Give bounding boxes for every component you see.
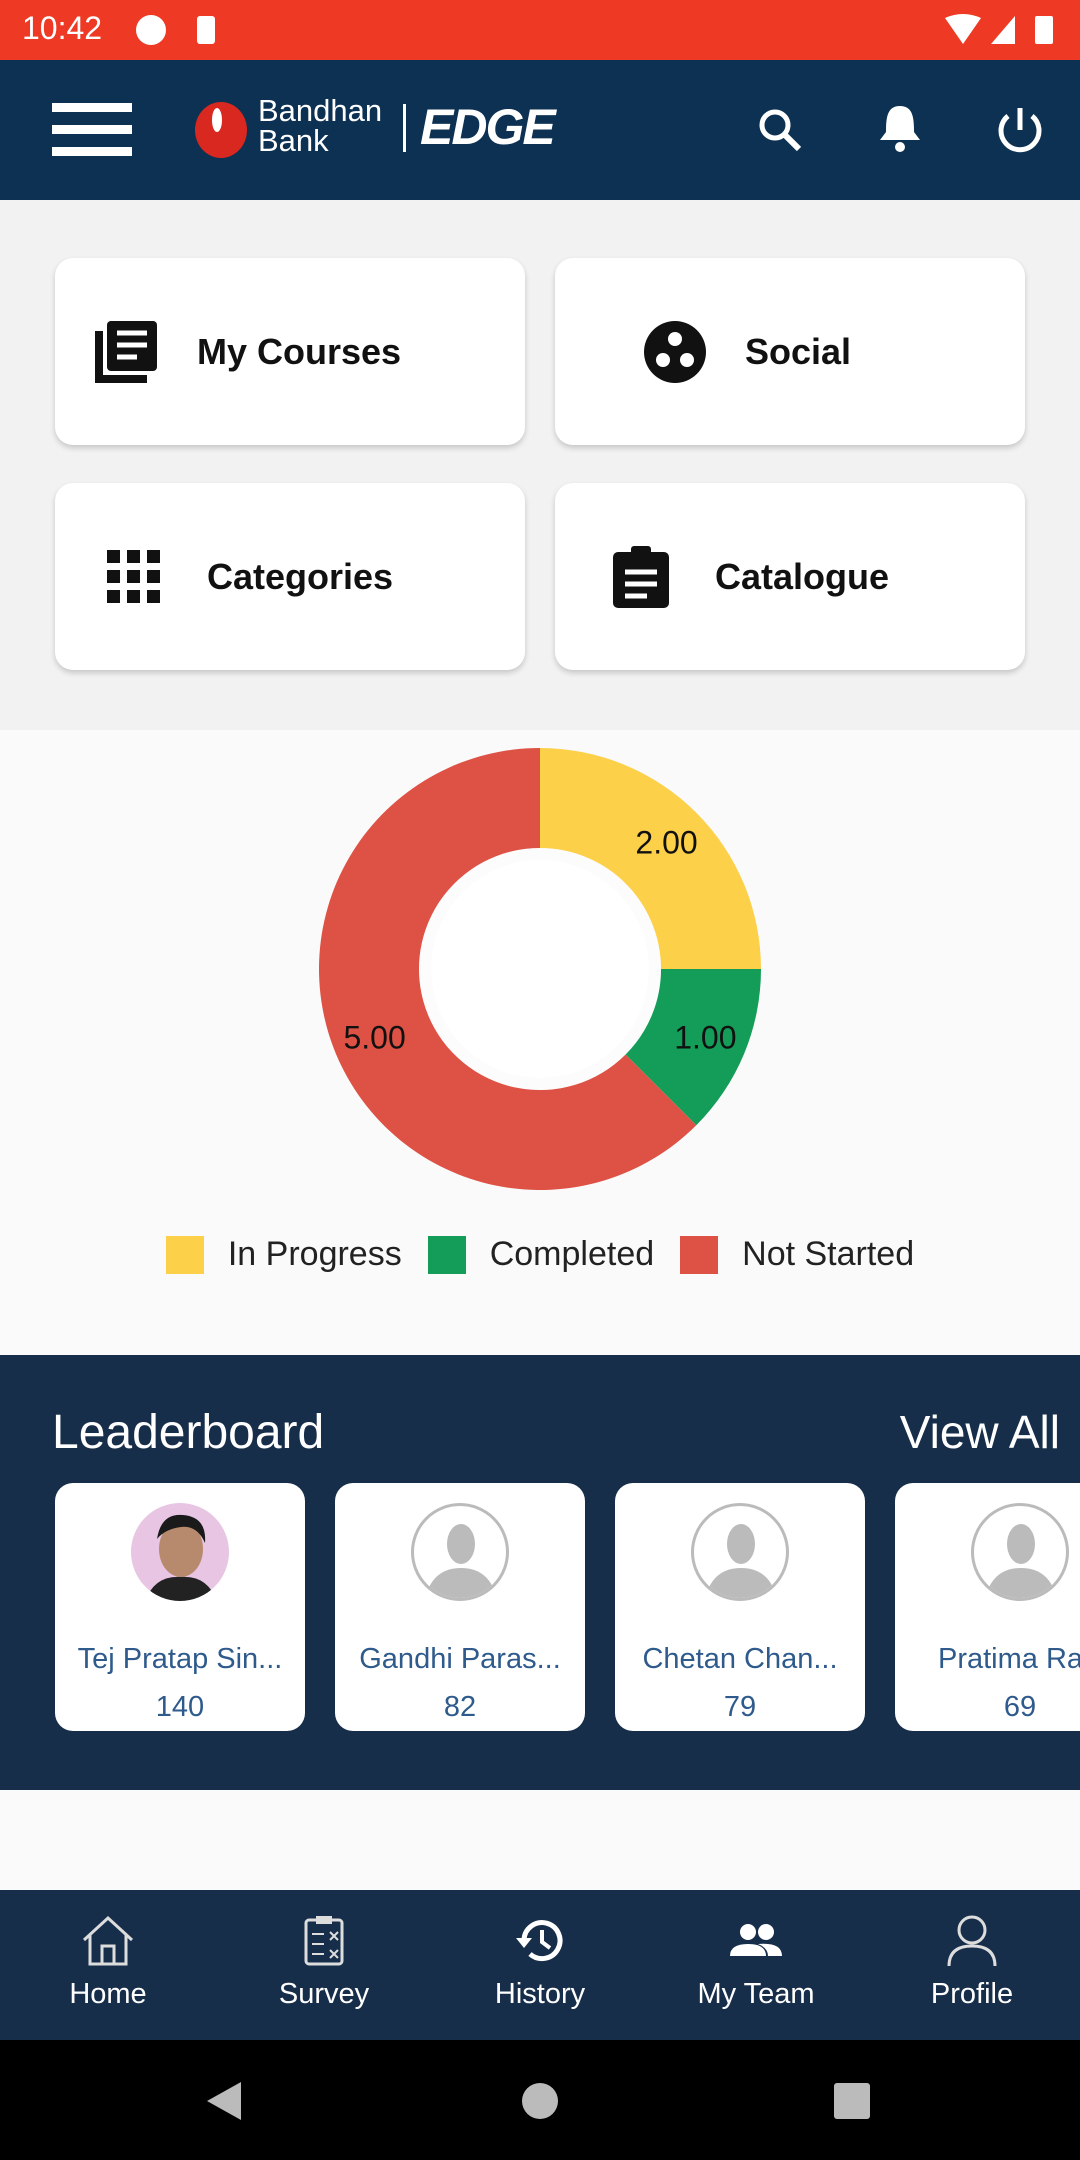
home-icon <box>82 1915 134 1966</box>
catalogue-tile[interactable]: Catalogue <box>555 483 1025 670</box>
leaderboard-card[interactable]: Gandhi Paras... 82 <box>335 1483 585 1731</box>
notification-bell-icon[interactable] <box>875 102 925 156</box>
leaderboard-card[interactable]: Chetan Chan... 79 <box>615 1483 865 1731</box>
leader-name: Tej Pratap Sin... <box>77 1643 283 1675</box>
leaderboard-card[interactable]: Pratima Ra 69 <box>895 1483 1080 1731</box>
nav-my-team[interactable]: My Team <box>648 1890 864 2040</box>
social-tile[interactable]: Social <box>555 258 1025 445</box>
nav-history[interactable]: History <box>432 1890 648 2040</box>
donut-hole <box>431 860 649 1078</box>
nav-survey[interactable]: Survey <box>216 1890 432 2040</box>
tile-label: My Courses <box>197 330 402 372</box>
tile-label: Categories <box>207 555 394 597</box>
legend-swatch-not-started <box>680 1235 719 1274</box>
back-icon[interactable] <box>205 2080 245 2122</box>
apps-grid-icon <box>107 549 160 603</box>
donut-chart: 2.00 1.00 5.00 <box>318 748 761 1190</box>
team-icon <box>730 1924 782 1956</box>
chart-legend: In Progress Completed Not Started <box>0 1235 1080 1274</box>
tile-label: Social <box>745 330 852 372</box>
search-icon[interactable] <box>755 105 805 155</box>
leader-name: Chetan Chan... <box>642 1643 838 1675</box>
legend-completed: Completed <box>489 1235 655 1273</box>
logo-divider <box>403 104 406 152</box>
nav-home[interactable]: Home <box>0 1890 216 2040</box>
bandhan-logo-icon <box>195 102 247 158</box>
social-icon <box>644 320 706 383</box>
nav-label: History <box>494 1978 586 2010</box>
nav-label: My Team <box>697 1978 815 2010</box>
signal-battery-icons <box>945 14 1053 44</box>
leader-score: 79 <box>723 1691 757 1723</box>
recents-icon[interactable] <box>833 2082 871 2120</box>
leaderboard-section: Leaderboard View All Tej Pratap Sin... 1… <box>0 1355 1080 1790</box>
library-books-icon <box>95 320 157 383</box>
nav-profile[interactable]: Profile <box>864 1890 1080 2040</box>
status-bar: 10:42 <box>0 0 1080 60</box>
profile-icon <box>947 1915 997 1967</box>
view-all-link[interactable]: View All <box>900 1405 1060 1459</box>
nav-label: Home <box>69 1978 147 2010</box>
system-nav-bar <box>0 2040 1080 2160</box>
brand-name: Bandhan Bank <box>258 93 383 158</box>
spacer <box>0 1790 1080 1890</box>
leader-score: 82 <box>443 1691 477 1723</box>
slice-value-label: 5.00 <box>343 1020 405 1056</box>
app-header: Bandhan Bank EDGE <box>0 60 1080 200</box>
legend-swatch-completed <box>427 1235 466 1274</box>
avatar <box>131 1503 229 1601</box>
avatar-placeholder-icon <box>411 1503 509 1601</box>
power-icon[interactable] <box>993 104 1047 158</box>
bottom-nav: Home Survey History My Team Profile <box>0 1890 1080 2040</box>
clipboard-icon <box>613 545 669 608</box>
history-icon <box>516 1920 563 1962</box>
leader-score: 140 <box>155 1691 205 1723</box>
my-courses-tile[interactable]: My Courses <box>55 258 525 445</box>
avatar-placeholder-icon <box>691 1503 789 1601</box>
slice-value-label: 1.00 <box>674 1020 736 1056</box>
tile-label: Catalogue <box>715 555 890 597</box>
legend-in-progress: In Progress <box>227 1235 402 1273</box>
nav-label: Survey <box>278 1978 370 2010</box>
quick-links: My Courses Social Categories Catalogue <box>0 200 1080 730</box>
home-circle-icon[interactable] <box>521 2082 559 2120</box>
categories-tile[interactable]: Categories <box>55 483 525 670</box>
leader-name: Pratima Ra <box>938 1643 1080 1675</box>
edge-logo: EDGE <box>420 99 556 155</box>
avatar-placeholder-icon <box>971 1503 1069 1601</box>
legend-swatch-in-progress <box>165 1235 204 1274</box>
nav-label: Profile <box>930 1978 1014 2010</box>
legend-not-started: Not Started <box>742 1235 915 1273</box>
slice-value-label: 2.00 <box>635 824 697 860</box>
survey-icon <box>304 1916 344 1966</box>
leaderboard-card[interactable]: Tej Pratap Sin... 140 <box>55 1483 305 1731</box>
leaderboard-title: Leaderboard <box>52 1406 325 1459</box>
menu-icon[interactable] <box>52 103 132 157</box>
notification-icons <box>136 15 215 45</box>
leader-score: 69 <box>1003 1691 1037 1723</box>
status-time: 10:42 <box>22 10 103 46</box>
leader-name: Gandhi Paras... <box>359 1643 561 1675</box>
